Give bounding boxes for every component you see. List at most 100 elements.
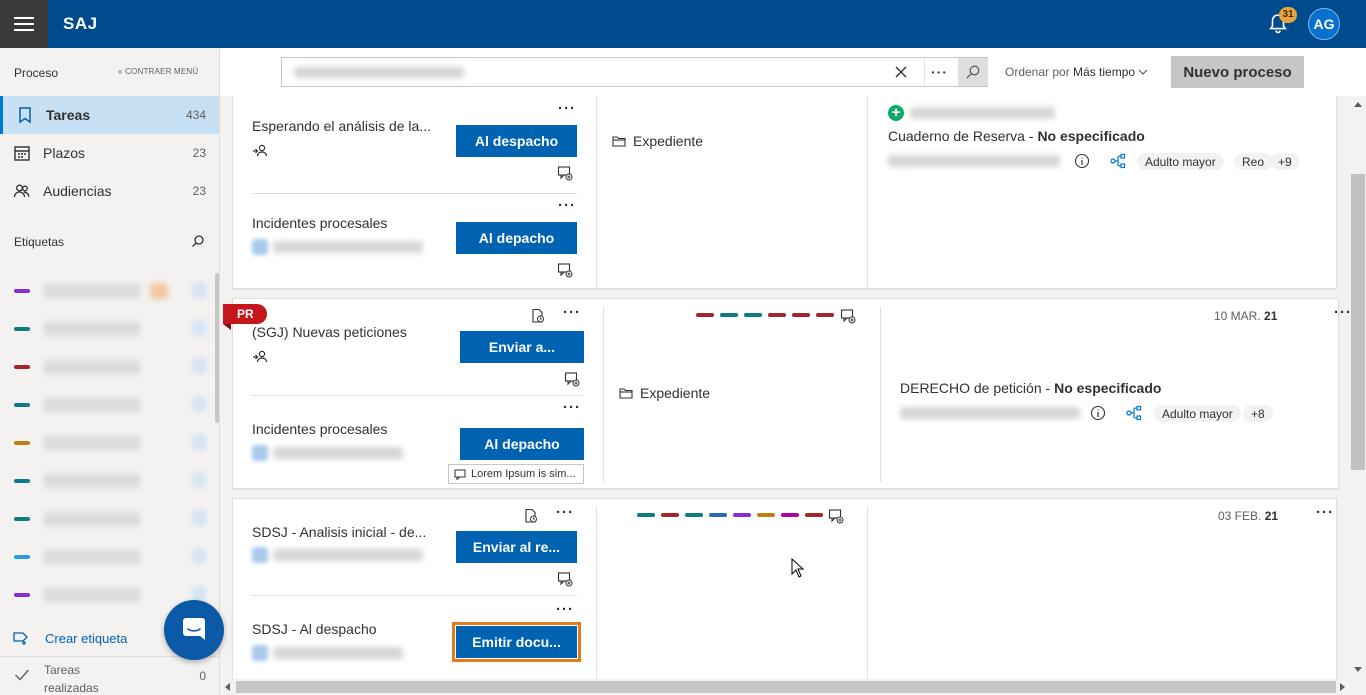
task-action-button[interactable]: Al despacho [456, 125, 577, 157]
tag-item[interactable] [0, 272, 210, 310]
tag-color-swatch [14, 517, 30, 521]
info-icon[interactable] [1090, 405, 1106, 421]
more-options-icon[interactable]: ··· [563, 305, 581, 320]
redacted-icon [252, 547, 268, 563]
task-title: SDSJ - Analisis inicial - de... [252, 524, 427, 540]
add-icon[interactable]: + [888, 105, 904, 121]
task-action-button[interactable]: Emitir docu... [452, 622, 581, 662]
process-card[interactable]: ··· SDSJ - Analisis inicial - de... Envi… [232, 498, 1337, 679]
more-options-button[interactable]: ··· [924, 58, 954, 86]
redacted-text [273, 549, 423, 561]
priority-flag: PR [223, 304, 267, 330]
relations-icon[interactable] [1110, 153, 1126, 169]
search-icon[interactable] [191, 234, 205, 248]
divider [867, 96, 868, 290]
redacted-tag-count [192, 510, 206, 526]
case-status: No especificado [1037, 128, 1145, 144]
new-process-button[interactable]: Nuevo proceso [1171, 56, 1304, 88]
collapse-menu-button[interactable]: « CONTRAER MENÚ [118, 67, 198, 76]
sidebar-item-label: Tareas [46, 107, 91, 123]
chat-icon [183, 618, 205, 640]
more-options-icon[interactable]: ··· [1334, 305, 1350, 320]
relations-icon[interactable] [1126, 405, 1142, 421]
scroll-up-icon[interactable] [1354, 102, 1362, 107]
tag-item[interactable] [0, 538, 210, 576]
document-clock-icon[interactable] [523, 508, 539, 524]
sidebar-scrollbar[interactable] [215, 273, 219, 423]
search-input[interactable] [290, 64, 880, 80]
sidebar-item-tareas[interactable]: Tareas 434 [0, 96, 219, 134]
tag-color-swatch [805, 513, 823, 517]
hamburger-menu-button[interactable] [0, 0, 48, 48]
redacted-tag-count [192, 358, 206, 374]
expediente-label: Expediente [633, 133, 704, 149]
scrollbar-thumb[interactable] [236, 681, 1336, 693]
card-date: 03 FEB. 21 [1218, 509, 1278, 523]
expediente-link[interactable]: Expediente [619, 385, 710, 401]
add-comment-icon[interactable] [840, 308, 856, 324]
tag-chip[interactable]: +8 [1243, 405, 1273, 422]
folder-icon [612, 136, 626, 147]
task-action-button[interactable]: Enviar al re... [456, 531, 577, 563]
vertical-scrollbar[interactable] [1350, 96, 1366, 679]
tag-item[interactable] [0, 348, 210, 386]
tag-color-strip [637, 513, 829, 517]
sidebar-item-plazos[interactable]: Plazos 23 [0, 134, 219, 172]
more-options-icon[interactable]: ··· [1316, 505, 1334, 520]
case-name: DERECHO de petición [900, 380, 1042, 396]
scroll-left-icon[interactable] [225, 683, 230, 691]
comment-preview[interactable]: Lorem Ipsum is sim... [448, 464, 584, 484]
task-action-button[interactable]: Al depacho [456, 222, 577, 254]
tag-color-swatch [768, 313, 786, 317]
more-options-icon[interactable]: ··· [556, 505, 574, 520]
redacted-text [910, 107, 1055, 119]
scroll-down-icon[interactable] [1354, 667, 1362, 672]
tag-item[interactable] [0, 386, 210, 424]
horizontal-scrollbar[interactable] [220, 679, 1350, 695]
case-title: DERECHO de petición - No especificado [900, 380, 1162, 396]
tag-item[interactable] [0, 310, 210, 348]
tags-title: Etiquetas [14, 235, 65, 249]
create-tag-link[interactable]: Crear etiqueta [12, 630, 127, 646]
close-icon[interactable] [894, 65, 908, 79]
add-comment-icon[interactable] [557, 165, 573, 181]
info-icon[interactable] [1074, 153, 1090, 169]
tag-color-swatch [14, 441, 30, 445]
tag-chip[interactable]: +9 [1270, 153, 1300, 170]
process-card[interactable]: ··· (SGJ) Nuevas peticiones Enviar a... … [232, 298, 1339, 489]
process-card[interactable]: ··· Esperando el análisis de la... Al de… [232, 96, 1337, 290]
more-options-icon[interactable]: ··· [556, 602, 574, 617]
more-options-icon[interactable]: ··· [563, 400, 581, 415]
add-comment-icon[interactable] [557, 262, 573, 278]
expediente-link[interactable]: Expediente [612, 133, 703, 149]
more-options-icon[interactable]: ··· [558, 198, 576, 213]
tag-item[interactable] [0, 424, 210, 462]
avatar[interactable]: AG [1308, 8, 1340, 40]
scroll-right-icon[interactable] [1340, 683, 1345, 691]
divider [880, 307, 881, 482]
task-title: (SGJ) Nuevas peticiones [252, 324, 407, 340]
tag-chip[interactable]: Reo [1234, 153, 1273, 170]
tag-color-swatch [733, 513, 751, 517]
task-action-button[interactable]: Enviar a... [460, 331, 584, 363]
chat-button[interactable] [164, 600, 224, 660]
sidebar-item-label: Audiencias [43, 183, 112, 199]
tag-chip[interactable]: Adulto mayor [1154, 405, 1241, 422]
tag-color-swatch [14, 479, 30, 483]
sort-dropdown[interactable]: Ordenar por Más tiempo [1005, 65, 1148, 79]
add-comment-icon[interactable] [564, 371, 580, 387]
tag-color-swatch [781, 513, 799, 517]
add-comment-icon[interactable] [828, 508, 844, 524]
tag-item[interactable] [0, 500, 210, 538]
scrollbar-thumb[interactable] [1351, 174, 1365, 470]
add-comment-icon[interactable] [557, 571, 573, 587]
document-clock-icon[interactable] [530, 308, 546, 324]
tag-chip[interactable]: Adulto mayor [1137, 153, 1224, 170]
sidebar-item-tareas-realizadas[interactable]: Tareas realizadas 0 [0, 656, 219, 695]
more-options-icon[interactable]: ··· [558, 101, 576, 116]
search-button[interactable] [958, 58, 988, 86]
tag-item[interactable] [0, 462, 210, 500]
sidebar-item-audiencias[interactable]: Audiencias 23 [0, 172, 219, 210]
task-list: ··· Esperando el análisis de la... Al de… [220, 96, 1350, 679]
task-action-button[interactable]: Al depacho [460, 428, 584, 460]
